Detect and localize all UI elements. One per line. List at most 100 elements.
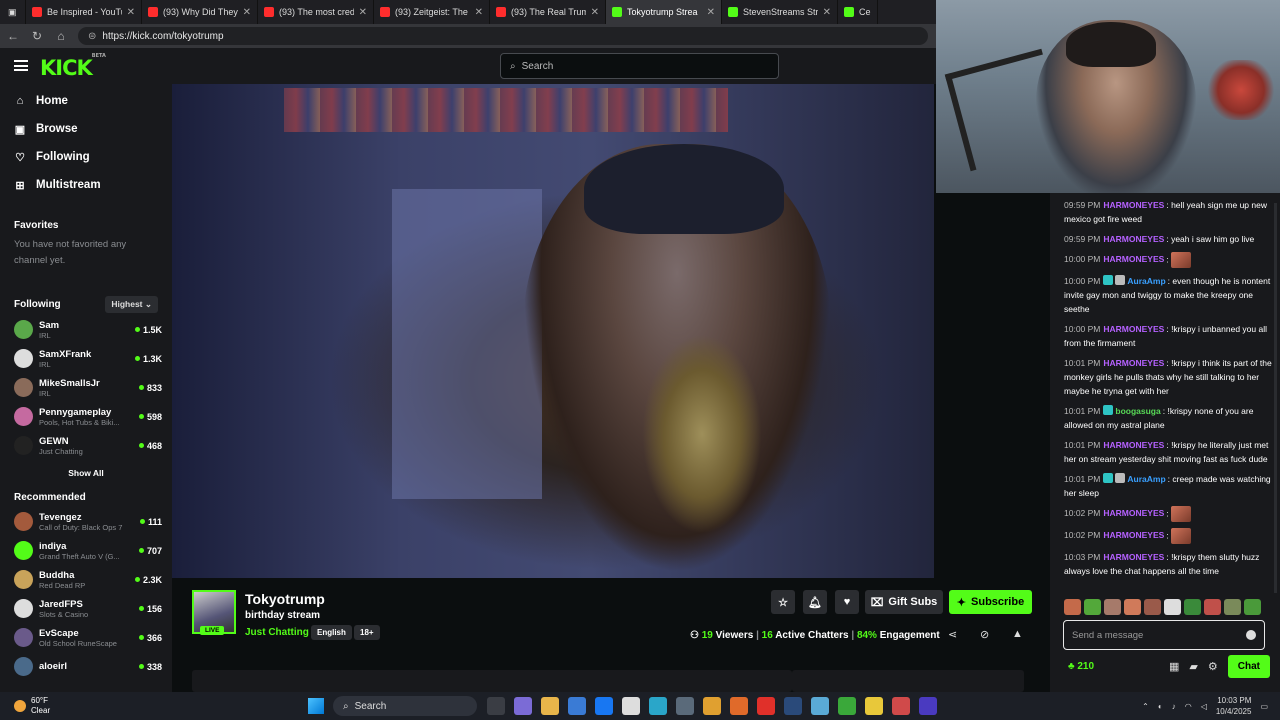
url-field[interactable]: ⊜ https://kick.com/tokyotrump bbox=[78, 27, 928, 45]
sort-dropdown[interactable]: Highest ⌄ bbox=[105, 295, 158, 313]
emote-icon[interactable] bbox=[1064, 599, 1081, 615]
browser-tab[interactable]: StevenStreams Str ✕ bbox=[722, 0, 838, 24]
steam-icon[interactable] bbox=[784, 697, 802, 715]
notification-icon[interactable]: ▭ bbox=[1260, 702, 1268, 711]
chat-username[interactable]: HARMONEYES bbox=[1103, 508, 1164, 518]
browser-tab[interactable]: (93) Why Did They Cut ✕ bbox=[142, 0, 258, 24]
emote-icon[interactable] bbox=[1084, 599, 1101, 615]
share-icon[interactable]: ⋖ bbox=[948, 628, 957, 641]
reload-icon[interactable]: ↻ bbox=[30, 29, 44, 43]
chevron-up-icon[interactable]: ⌃ bbox=[1142, 702, 1149, 711]
youtube-icon[interactable] bbox=[757, 697, 775, 715]
emote-icon[interactable] bbox=[1224, 599, 1241, 615]
sidebar-item-home[interactable]: ⌂ Home bbox=[0, 87, 172, 115]
emote-icon[interactable] bbox=[1244, 599, 1261, 615]
browser-tab[interactable]: (93) The most credible ✕ bbox=[258, 0, 374, 24]
tag-language[interactable]: English bbox=[311, 625, 352, 640]
close-icon[interactable]: ✕ bbox=[127, 7, 135, 18]
chat-username[interactable]: HARMONEYES bbox=[1103, 234, 1164, 244]
stream-category[interactable]: Just Chatting bbox=[245, 627, 309, 638]
amazon-icon[interactable] bbox=[622, 697, 640, 715]
windows-start-icon[interactable] bbox=[308, 698, 324, 714]
close-icon[interactable]: ✕ bbox=[359, 7, 367, 18]
browser-tab[interactable]: (93) The Real Trump Pr ✕ bbox=[490, 0, 606, 24]
settings-app-icon[interactable] bbox=[892, 697, 910, 715]
back-icon[interactable]: ← bbox=[6, 29, 20, 43]
close-icon[interactable]: ✕ bbox=[243, 7, 251, 18]
favorite-star-icon[interactable]: ☆ bbox=[771, 590, 795, 614]
emote-icon[interactable] bbox=[1144, 599, 1161, 615]
emote-icon[interactable] bbox=[1204, 599, 1221, 615]
browser-tab[interactable]: Tokyotrump Strea ✕ bbox=[606, 0, 722, 24]
bookmark-icon[interactable]: ▰ bbox=[1189, 660, 1197, 673]
taskbar-search[interactable]: ⌕ Search bbox=[333, 696, 477, 716]
follow-heart-icon[interactable]: ♥ bbox=[835, 590, 859, 614]
channel-item[interactable]: indiya Grand Theft Auto V (G... 707 bbox=[0, 536, 172, 565]
emote-icon[interactable] bbox=[1184, 599, 1201, 615]
close-icon[interactable]: ✕ bbox=[707, 7, 715, 18]
clock[interactable]: 10:03 PM 10/4/2025 bbox=[1216, 695, 1252, 717]
chrome-icon[interactable] bbox=[703, 697, 721, 715]
search-input[interactable]: ⌕ Search bbox=[500, 53, 779, 79]
facebook-icon[interactable] bbox=[595, 697, 613, 715]
emote-icon[interactable] bbox=[1124, 599, 1141, 615]
vlc-icon[interactable] bbox=[730, 697, 748, 715]
chat-username[interactable]: boogasuga bbox=[1115, 406, 1160, 416]
send-chat-button[interactable]: Chat bbox=[1227, 654, 1270, 678]
chat-username[interactable]: HARMONEYES bbox=[1103, 254, 1164, 264]
kick-logo[interactable]: KICKBETA bbox=[40, 53, 106, 80]
chat-username[interactable]: AuraAmp bbox=[1127, 474, 1165, 484]
site-info-icon[interactable]: ⊜ bbox=[88, 31, 96, 42]
tag-mature[interactable]: 18+ bbox=[354, 625, 380, 640]
browser-tab[interactable]: Be Inspired - YouTube ✕ bbox=[26, 0, 142, 24]
streamer-name[interactable]: Tokyotrump bbox=[245, 591, 325, 607]
channel-item[interactable]: SamXFrank IRL 1.3K bbox=[0, 344, 172, 373]
chat-scrollbar[interactable] bbox=[1274, 203, 1277, 593]
calculator-icon[interactable] bbox=[676, 697, 694, 715]
notes-icon[interactable] bbox=[865, 697, 883, 715]
close-icon[interactable]: ✕ bbox=[591, 7, 599, 18]
chat-username[interactable]: HARMONEYES bbox=[1103, 200, 1164, 210]
channel-item[interactable]: Pennygameplay Pools, Hot Tubs & Biki... 59… bbox=[0, 402, 172, 431]
wifi-icon[interactable]: ◠ bbox=[1185, 702, 1192, 711]
gift-subs-button[interactable]: ⌧ Gift Subs bbox=[865, 590, 943, 614]
channel-item[interactable]: JaredFPS Slots & Casino 156 bbox=[0, 594, 172, 623]
browser-tab[interactable]: Ce bbox=[838, 0, 878, 24]
report-icon[interactable]: ▲ bbox=[1012, 628, 1023, 640]
notification-bell-icon[interactable]: 🔔︎ bbox=[803, 590, 827, 614]
home-browser-icon[interactable]: ⌂ bbox=[54, 29, 68, 43]
mic-icon[interactable]: ♪ bbox=[1172, 702, 1176, 711]
chat-username[interactable]: AuraAmp bbox=[1127, 276, 1165, 286]
subscribe-button[interactable]: ✦ Subscribe bbox=[949, 590, 1032, 614]
app-icon[interactable] bbox=[811, 697, 829, 715]
edge-icon[interactable] bbox=[649, 697, 667, 715]
hamburger-menu-icon[interactable] bbox=[14, 60, 28, 71]
channel-item[interactable]: EvScape Old School RuneScape 366 bbox=[0, 623, 172, 652]
channel-item[interactable]: Tevengez Call of Duty: Black Ops 7 111 bbox=[0, 507, 172, 536]
chat-username[interactable]: HARMONEYES bbox=[1103, 324, 1164, 334]
close-icon[interactable]: ✕ bbox=[475, 7, 483, 18]
chat-input[interactable]: Send a message bbox=[1063, 620, 1265, 650]
weather-widget[interactable]: 60°F Clear bbox=[0, 696, 50, 716]
emoji-icon[interactable] bbox=[1246, 630, 1256, 640]
sidebar-item-browse[interactable]: ▣ Browse bbox=[0, 115, 172, 143]
volume-icon[interactable]: ◁ bbox=[1201, 702, 1207, 711]
gear-icon[interactable]: ⚙ bbox=[1208, 660, 1218, 673]
channel-item[interactable]: Buddha Red Dead RP 2.3K bbox=[0, 565, 172, 594]
video-player[interactable] bbox=[172, 84, 934, 578]
browser-menu-icon[interactable]: ▣ bbox=[0, 0, 26, 24]
hide-icon[interactable]: ⊘ bbox=[980, 628, 989, 641]
channel-item[interactable]: GEWN Just Chatting 468 bbox=[0, 431, 172, 460]
network-icon[interactable]: ◐ bbox=[1158, 702, 1163, 711]
chat-username[interactable]: HARMONEYES bbox=[1103, 358, 1164, 368]
store-icon[interactable]: ▦ bbox=[1169, 660, 1179, 673]
browser-tab[interactable]: (93) Zeitgeist: The Mov ✕ bbox=[374, 0, 490, 24]
store-app-icon[interactable] bbox=[568, 697, 586, 715]
channel-item[interactable]: aloeirl 338 bbox=[0, 652, 172, 681]
obs-icon[interactable] bbox=[919, 697, 937, 715]
copilot-icon[interactable] bbox=[514, 697, 532, 715]
channel-item[interactable]: Sam IRL 1.5K bbox=[0, 315, 172, 344]
sidebar-item-following[interactable]: ♡ Following bbox=[0, 143, 172, 171]
file-explorer-icon[interactable] bbox=[541, 697, 559, 715]
chat-username[interactable]: HARMONEYES bbox=[1103, 552, 1164, 562]
